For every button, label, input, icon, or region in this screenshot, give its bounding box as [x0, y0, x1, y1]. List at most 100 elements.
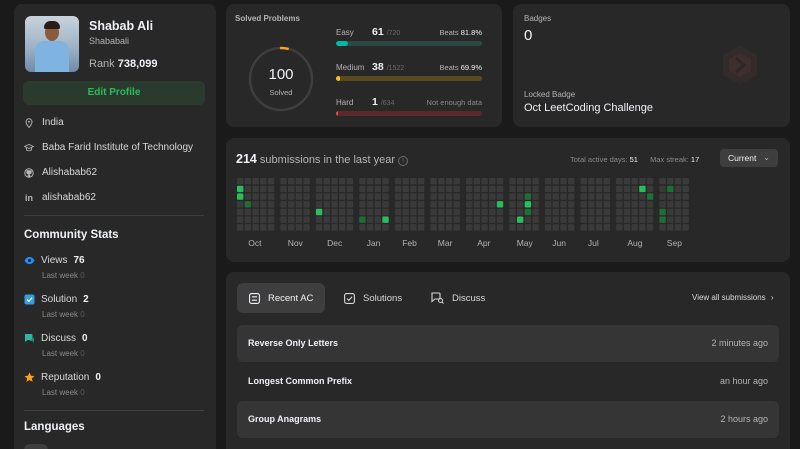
heatmap-cell	[410, 216, 417, 223]
tab-discuss[interactable]: Discuss	[419, 283, 497, 313]
stat-delta: 0	[80, 310, 85, 319]
tab-solutions[interactable]: Solutions	[332, 283, 414, 313]
difficulty-name: Medium	[336, 63, 365, 72]
heatmap-cell	[489, 224, 496, 231]
heatmap-cell	[466, 208, 473, 216]
heatmap-cell	[346, 201, 354, 208]
heatmap-cell	[466, 216, 473, 223]
heatmap-cell	[359, 216, 366, 223]
heatmap-cell	[481, 185, 488, 193]
heatmap-cell	[473, 208, 481, 216]
heatmap-cell	[339, 193, 346, 200]
heatmap-cell	[315, 185, 323, 193]
heatmap-cell	[552, 208, 559, 216]
heatmap-cell	[517, 193, 524, 200]
heatmap-cell	[616, 201, 623, 208]
heatmap-cell	[359, 224, 366, 231]
heatmap-cell	[481, 208, 488, 216]
heatmap-cell	[374, 224, 381, 231]
heatmap-cell	[623, 185, 631, 193]
heatmap-cell	[331, 193, 338, 200]
heatmap-cell	[473, 185, 481, 193]
submission-row[interactable]: Reverse Only Letters 2 minutes ago	[237, 325, 779, 362]
heatmap-cell	[631, 201, 638, 208]
heatmap-cell	[445, 178, 453, 185]
heatmap-cell	[303, 224, 310, 231]
heatmap-cell	[682, 193, 689, 200]
heatmap-cell	[280, 178, 287, 185]
info-icon[interactable]: i	[398, 156, 409, 166]
location-row: India	[24, 117, 64, 128]
year-select-dropdown[interactable]: Current ⌄	[720, 149, 778, 167]
heatmap-cell	[580, 208, 587, 216]
heatmap-cell	[430, 201, 437, 208]
heatmap-cell	[481, 224, 488, 231]
submission-row[interactable]: Group Anagrams 2 hours ago	[237, 401, 779, 438]
linkedin-link[interactable]: alishabab62	[42, 192, 96, 203]
heatmap-cell	[552, 224, 559, 231]
heatmap-cell	[315, 178, 323, 185]
stat-sub: Last week	[42, 349, 79, 358]
github-row[interactable]: Alishabab62	[24, 167, 97, 178]
heatmap-cell	[496, 193, 504, 200]
heatmap-cell	[453, 178, 460, 185]
heatmap-cell	[237, 193, 244, 200]
heatmap-cell	[639, 201, 646, 208]
heatmap-cell	[402, 193, 409, 200]
difficulty-total: /720	[386, 30, 401, 37]
heatmap-cell	[280, 185, 287, 193]
list-icon	[249, 292, 260, 304]
heatmap-cell	[445, 193, 453, 200]
heatmap-cell	[366, 216, 374, 223]
heatmap-cell	[430, 216, 437, 223]
discuss-icon	[25, 334, 34, 343]
heatmap-cell	[417, 178, 425, 185]
heatmap-cell	[509, 208, 516, 216]
month-label: Dec	[327, 238, 343, 248]
heatmap-cell	[595, 224, 603, 231]
heatmap-cell	[394, 208, 402, 216]
linkedin-row[interactable]: in alishabab62	[24, 192, 96, 203]
heatmap-cell	[359, 208, 366, 216]
heatmap-cell	[552, 185, 559, 193]
heatmap-cell	[303, 208, 310, 216]
tab-recent-ac[interactable]: Recent AC	[237, 283, 326, 313]
avatar[interactable]	[25, 16, 79, 72]
heatmap-cell	[466, 193, 473, 200]
heatmap-cell	[410, 208, 417, 216]
heatmap-cell	[237, 201, 244, 208]
heatmap-cell	[339, 208, 346, 216]
locked-badge-label: Locked Badge	[524, 90, 576, 99]
heatmap-cell	[595, 201, 603, 208]
submission-row[interactable]: Longest Common Prefix an hour ago	[237, 363, 779, 400]
difficulty-total: /634	[380, 100, 395, 107]
heatmap-cell	[616, 178, 623, 185]
view-all-submissions-link[interactable]: View all submissions ›	[692, 293, 774, 302]
heatmap-cell	[481, 178, 488, 185]
heatmap-cell	[517, 201, 524, 208]
heatmap-cell	[252, 201, 259, 208]
heatmap-cell	[489, 185, 496, 193]
heatmap-cell	[568, 185, 575, 193]
heatmap-cell	[244, 201, 252, 208]
heatmap-cell	[237, 208, 244, 216]
solution-icon	[24, 294, 35, 305]
solved-title: Solved Problems	[235, 14, 300, 23]
heatmap-cell	[402, 224, 409, 231]
locked-badge-icon[interactable]	[719, 44, 761, 86]
heatmap-cell	[267, 185, 275, 193]
heatmap-cell	[244, 185, 252, 193]
github-link[interactable]: Alishabab62	[42, 167, 97, 178]
heatmap-cell	[667, 178, 674, 185]
heatmap-cell	[417, 224, 425, 231]
tab-label: Solutions	[363, 292, 403, 304]
heatmap-cell	[631, 178, 638, 185]
heatmap-cell	[682, 208, 689, 216]
heatmap-cell	[595, 208, 603, 216]
edit-profile-button[interactable]: Edit Profile	[23, 81, 205, 105]
heatmap-cell	[509, 193, 516, 200]
heatmap-cell	[445, 185, 453, 193]
heatmap-cell	[473, 178, 481, 185]
heatmap-cell	[674, 201, 682, 208]
heatmap-cell	[252, 178, 259, 185]
